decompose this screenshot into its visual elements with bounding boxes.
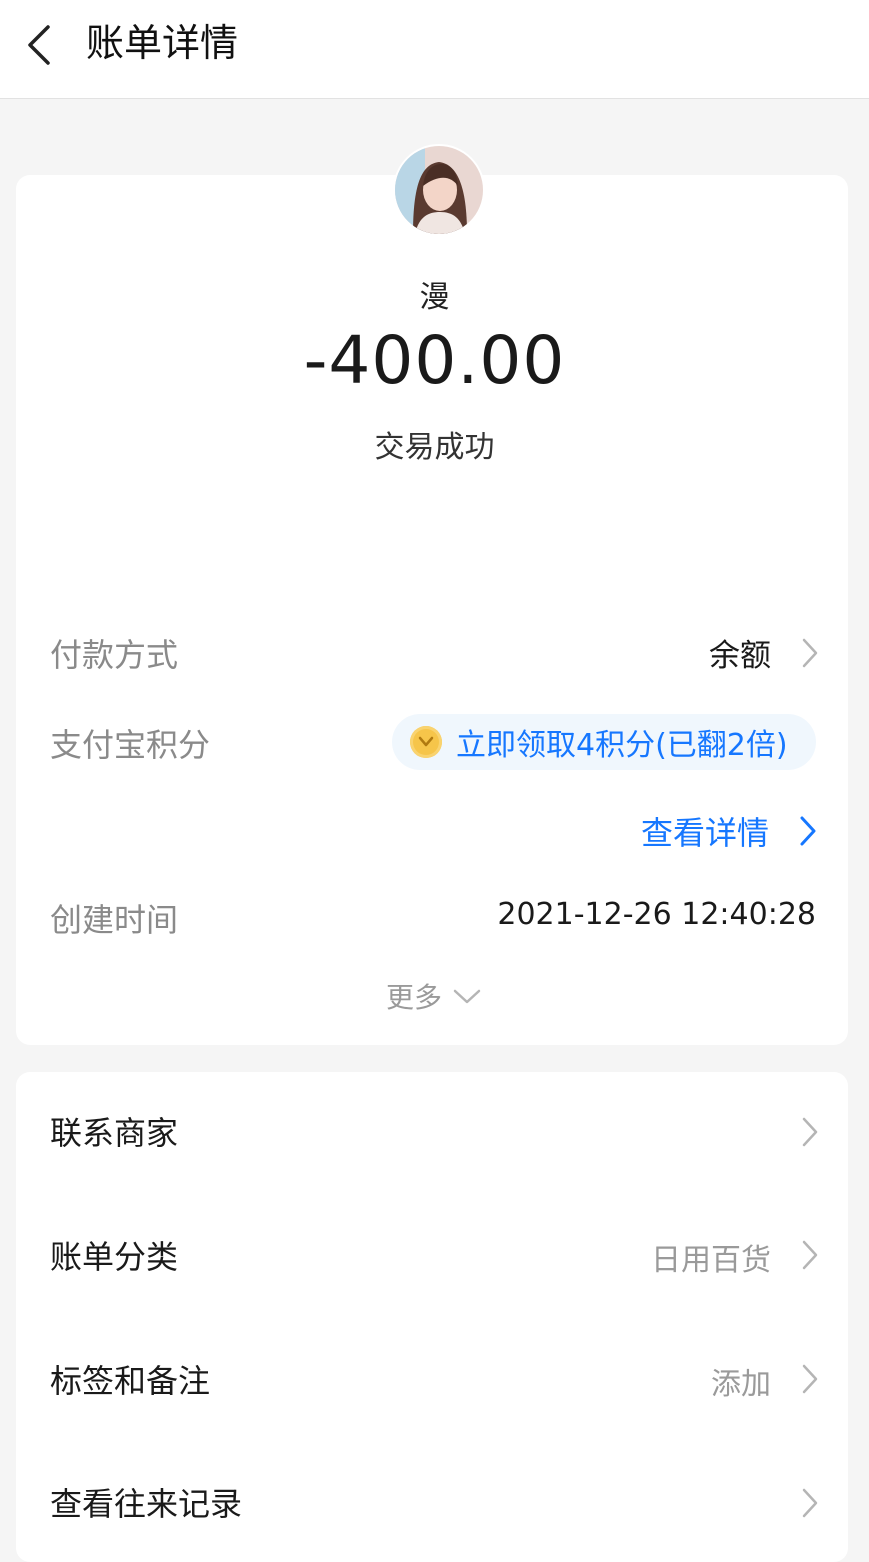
payment-method-value[interactable]: 余额 bbox=[709, 630, 771, 675]
claim-points-button[interactable]: 立即领取4积分(已翻2倍) bbox=[392, 714, 816, 770]
more-label: 更多 bbox=[386, 981, 443, 1014]
chevron-right-icon bbox=[802, 1364, 818, 1394]
created-time-value: 2021-12-26 12:40:28 bbox=[497, 897, 816, 932]
top-bar: 账单详情 bbox=[0, 0, 869, 99]
payee-name: 漫 bbox=[419, 280, 450, 315]
back-arrow-icon bbox=[28, 25, 50, 65]
tags-notes-value: 添加 bbox=[711, 1367, 771, 1402]
tags-notes-label: 标签和备注 bbox=[50, 1362, 211, 1400]
chevron-right-icon bbox=[800, 816, 816, 846]
more-button[interactable]: 更多 bbox=[386, 976, 482, 1016]
back-button[interactable] bbox=[14, 20, 64, 70]
transaction-status: 交易成功 bbox=[374, 430, 495, 465]
chevron-down-icon bbox=[453, 989, 481, 1004]
amount: -400.00 bbox=[303, 322, 566, 399]
page-title: 账单详情 bbox=[86, 21, 239, 65]
chevron-right-icon bbox=[802, 638, 818, 668]
chevron-right-icon bbox=[802, 1240, 818, 1270]
chevron-right-icon bbox=[802, 1488, 818, 1518]
payment-method-label: 付款方式 bbox=[50, 636, 179, 674]
coin-icon bbox=[410, 726, 442, 758]
avatar bbox=[393, 144, 485, 236]
points-text: 立即领取4积分(已翻2倍) bbox=[456, 728, 788, 763]
view-details-link[interactable]: 查看详情 bbox=[641, 808, 769, 854]
contact-merchant-label: 联系商家 bbox=[50, 1114, 179, 1152]
points-label: 支付宝积分 bbox=[50, 726, 211, 764]
bill-category-label: 账单分类 bbox=[50, 1238, 179, 1276]
chevron-right-icon bbox=[802, 1117, 818, 1147]
created-time-label: 创建时间 bbox=[50, 901, 179, 939]
bill-category-value: 日用百货 bbox=[651, 1243, 771, 1278]
transaction-history-label: 查看往来记录 bbox=[50, 1485, 243, 1523]
